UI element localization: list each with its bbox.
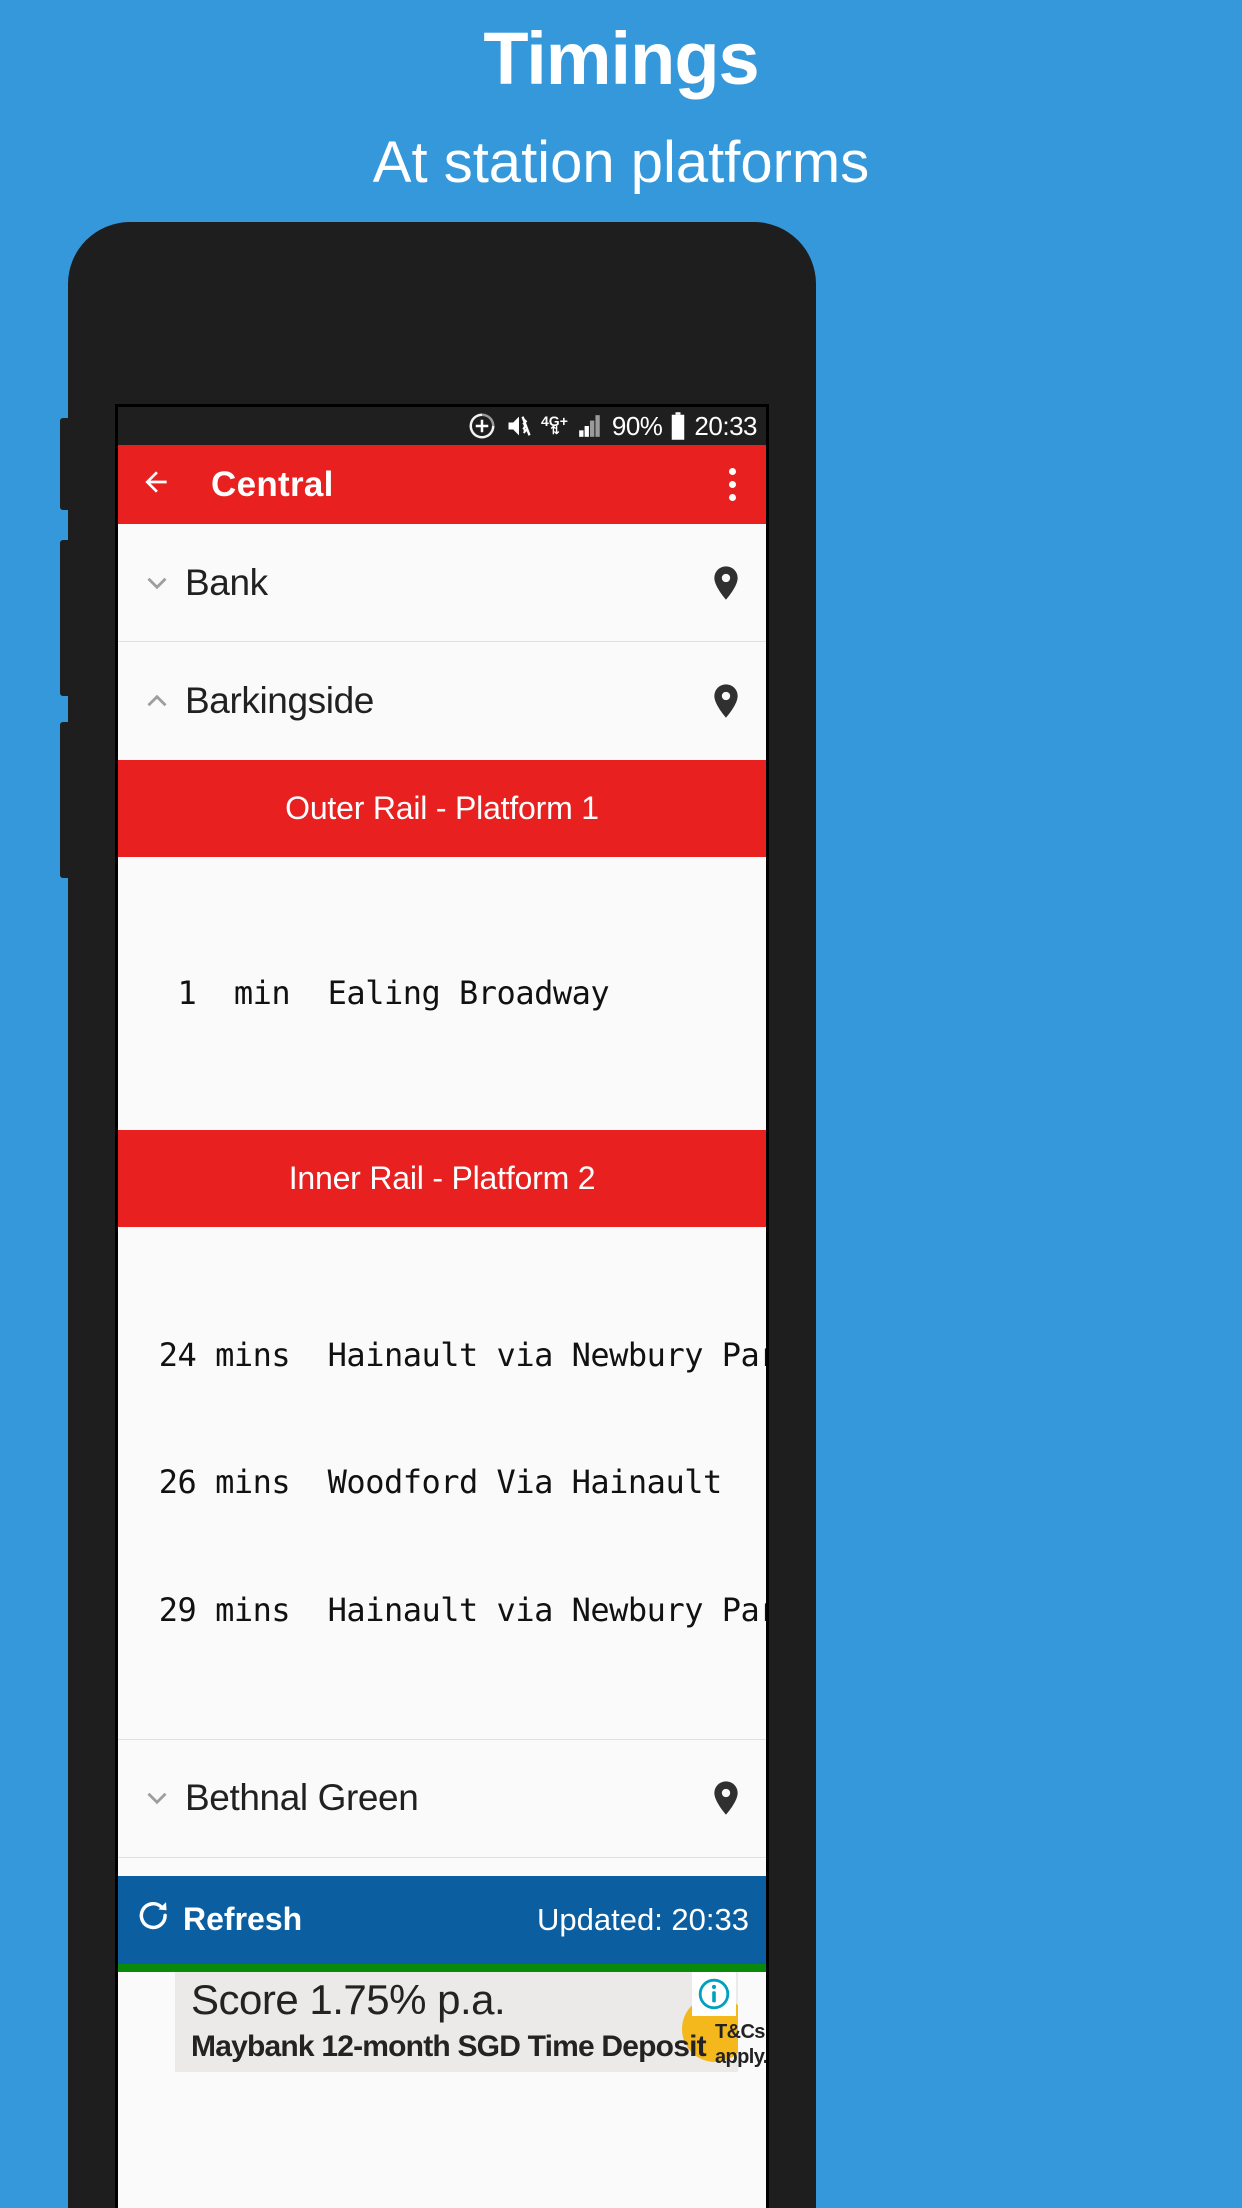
- location-pin-icon[interactable]: [703, 677, 749, 725]
- station-row-bank[interactable]: Bank: [118, 524, 766, 642]
- phone-volume-up-button: [60, 540, 70, 696]
- overflow-menu-icon[interactable]: [715, 468, 749, 501]
- ad-terms-line-1: T&Cs apply.: [715, 2020, 766, 2068]
- network-4gplus-icon: 4G+ ⇅: [541, 414, 568, 438]
- network-arrows: ⇅: [550, 425, 559, 438]
- promo-title: Timings: [483, 17, 759, 100]
- mute-vibrate-icon: [504, 412, 534, 440]
- departure-row: 24 mins Hainault via Newbury Park: [140, 1335, 769, 1374]
- station-row-bethnal-green[interactable]: Bethnal Green: [118, 1739, 766, 1858]
- ad-terms: T&Cs apply. Insured up to S$50K by S: [715, 2020, 766, 2072]
- ad-headline: Score 1.75% p.a.: [191, 1975, 506, 2023]
- departure-row: 29 mins Hainault via Newbury Park: [140, 1591, 769, 1630]
- list-bottom-spacer: [118, 1857, 766, 1876]
- location-pin-icon[interactable]: [703, 559, 749, 607]
- phone-frame: 4G+ ⇅ 90% 20:33 Central Bank Barkingside…: [60, 222, 816, 2208]
- chevron-down-icon: [135, 566, 179, 600]
- overflow-dot: [728, 494, 736, 501]
- refresh-label: Refresh: [183, 1901, 303, 1938]
- ad-top-divider: [118, 1963, 766, 1972]
- signal-bars-icon: [575, 413, 605, 439]
- refresh-bar: Refresh Updated: 20:33: [118, 1875, 766, 1964]
- promo-header: Timings At station platforms: [0, 0, 1242, 215]
- page-title: Central: [211, 464, 334, 504]
- departure-list-platform-2: 24 mins Hainault via Newbury Park 26 min…: [118, 1226, 769, 1740]
- departure-row: 1 min Ealing Broadway: [140, 974, 610, 1013]
- departure-row: 26 mins Woodford Via Hainault: [140, 1463, 722, 1502]
- ad-subline: Maybank 12-month SGD Time Deposit: [191, 2029, 707, 2063]
- station-name: Bank: [185, 561, 268, 603]
- app-toolbar: Central: [118, 445, 766, 524]
- info-icon[interactable]: [692, 1971, 736, 2016]
- overflow-dot: [728, 481, 736, 488]
- overflow-dot: [728, 468, 736, 475]
- refresh-button[interactable]: Refresh: [135, 1898, 302, 1941]
- refresh-icon: [135, 1898, 173, 1941]
- battery-icon: [669, 411, 687, 441]
- android-status-bar: 4G+ ⇅ 90% 20:33: [118, 407, 766, 445]
- station-row-barkingside[interactable]: Barkingside: [118, 642, 766, 760]
- phone-screen: 4G+ ⇅ 90% 20:33 Central Bank Barkingside…: [115, 404, 769, 2208]
- platform-header-inner-rail: Inner Rail - Platform 2: [118, 1129, 766, 1227]
- ad-terms-line-2: Insured up to S$50K by S: [715, 2070, 766, 2072]
- ad-content[interactable]: Score 1.75% p.a. Maybank 12-month SGD Ti…: [175, 1971, 766, 2072]
- updated-timestamp: Updated: 20:33: [536, 1901, 749, 1937]
- station-name: Barkingside: [185, 680, 374, 721]
- add-circle-icon: [467, 411, 497, 441]
- platform-header-outer-rail: Outer Rail - Platform 1: [118, 760, 766, 857]
- ad-banner[interactable]: Score 1.75% p.a. Maybank 12-month SGD Ti…: [118, 1971, 766, 2072]
- departure-list-platform-1: 1 min Ealing Broadway: [118, 857, 766, 1130]
- location-pin-icon[interactable]: [703, 1774, 749, 1822]
- phone-volume-down-button: [60, 722, 70, 878]
- chevron-down-icon: [135, 1781, 179, 1815]
- chevron-up-icon: [135, 684, 179, 718]
- promo-subtitle: At station platforms: [372, 130, 870, 195]
- station-name: Bethnal Green: [185, 1777, 419, 1819]
- back-arrow-icon[interactable]: [135, 465, 189, 505]
- battery-percent-label: 90%: [611, 411, 663, 441]
- status-bar-clock: 20:33: [694, 411, 757, 441]
- phone-side-button-top: [60, 418, 70, 510]
